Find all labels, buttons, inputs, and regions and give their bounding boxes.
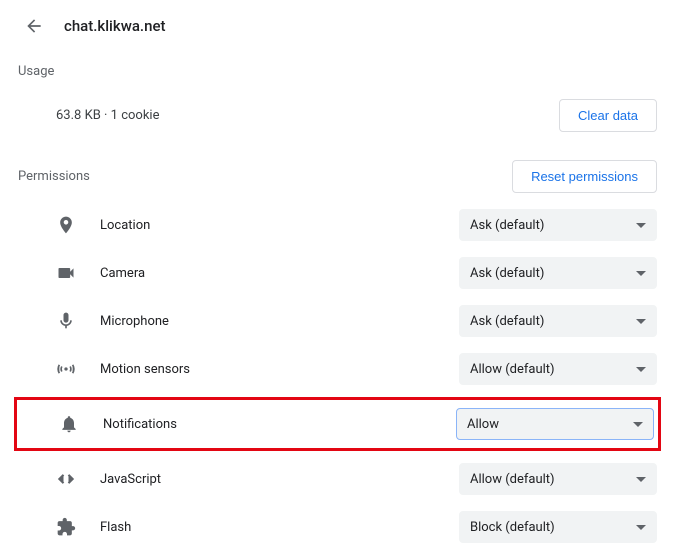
permission-label: Camera (100, 266, 145, 281)
permission-row-location: Location Ask (default) (0, 201, 675, 249)
motion-sensors-icon (56, 359, 76, 379)
javascript-icon (56, 469, 76, 489)
permission-value: Ask (default) (470, 266, 544, 281)
usage-section-label: Usage (0, 44, 675, 87)
permission-value: Block (default) (470, 520, 555, 535)
permission-select-notifications[interactable]: Allow (456, 408, 654, 440)
permission-row-camera: Camera Ask (default) (0, 249, 675, 297)
usage-row: 63.8 KB · 1 cookie Clear data (0, 87, 675, 144)
flash-icon (56, 517, 76, 537)
chevron-down-icon (636, 477, 646, 482)
site-name: chat.klikwa.net (64, 17, 165, 35)
permissions-section-label: Permissions (18, 169, 90, 184)
permissions-header: Permissions Reset permissions (0, 144, 675, 201)
permission-row-javascript: JavaScript Allow (default) (0, 455, 675, 503)
permission-row-flash: Flash Block (default) (0, 503, 675, 551)
permission-value: Ask (default) (470, 218, 544, 233)
reset-permissions-button[interactable]: Reset permissions (512, 160, 657, 193)
highlight-box: Notifications Allow (14, 397, 661, 451)
usage-text: 63.8 KB · 1 cookie (56, 108, 159, 123)
chevron-down-icon (636, 223, 646, 228)
permission-label: Notifications (103, 417, 177, 432)
permission-value: Allow (default) (470, 362, 555, 377)
permission-select-motion-sensors[interactable]: Allow (default) (459, 353, 657, 385)
microphone-icon (56, 311, 76, 331)
page-header: chat.klikwa.net (0, 0, 675, 44)
permission-select-flash[interactable]: Block (default) (459, 511, 657, 543)
permission-row-microphone: Microphone Ask (default) (0, 297, 675, 345)
permission-value: Allow (467, 417, 499, 432)
permission-value: Ask (default) (470, 314, 544, 329)
chevron-down-icon (633, 422, 643, 427)
back-arrow-icon[interactable] (24, 16, 44, 36)
chevron-down-icon (636, 271, 646, 276)
clear-data-button[interactable]: Clear data (559, 99, 657, 132)
permission-row-motion-sensors: Motion sensors Allow (default) (0, 345, 675, 393)
permission-label: Flash (100, 520, 131, 535)
permission-select-camera[interactable]: Ask (default) (459, 257, 657, 289)
permission-row-notifications: Notifications Allow (17, 400, 658, 448)
chevron-down-icon (636, 367, 646, 372)
chevron-down-icon (636, 525, 646, 530)
permission-select-microphone[interactable]: Ask (default) (459, 305, 657, 337)
notifications-icon (59, 414, 79, 434)
location-icon (56, 215, 76, 235)
permission-label: JavaScript (100, 472, 161, 487)
permission-value: Allow (default) (470, 472, 555, 487)
camera-icon (56, 263, 76, 283)
permission-select-javascript[interactable]: Allow (default) (459, 463, 657, 495)
permission-label: Motion sensors (100, 362, 190, 377)
chevron-down-icon (636, 319, 646, 324)
permission-label: Location (100, 218, 150, 233)
permission-select-location[interactable]: Ask (default) (459, 209, 657, 241)
permission-label: Microphone (100, 314, 169, 329)
